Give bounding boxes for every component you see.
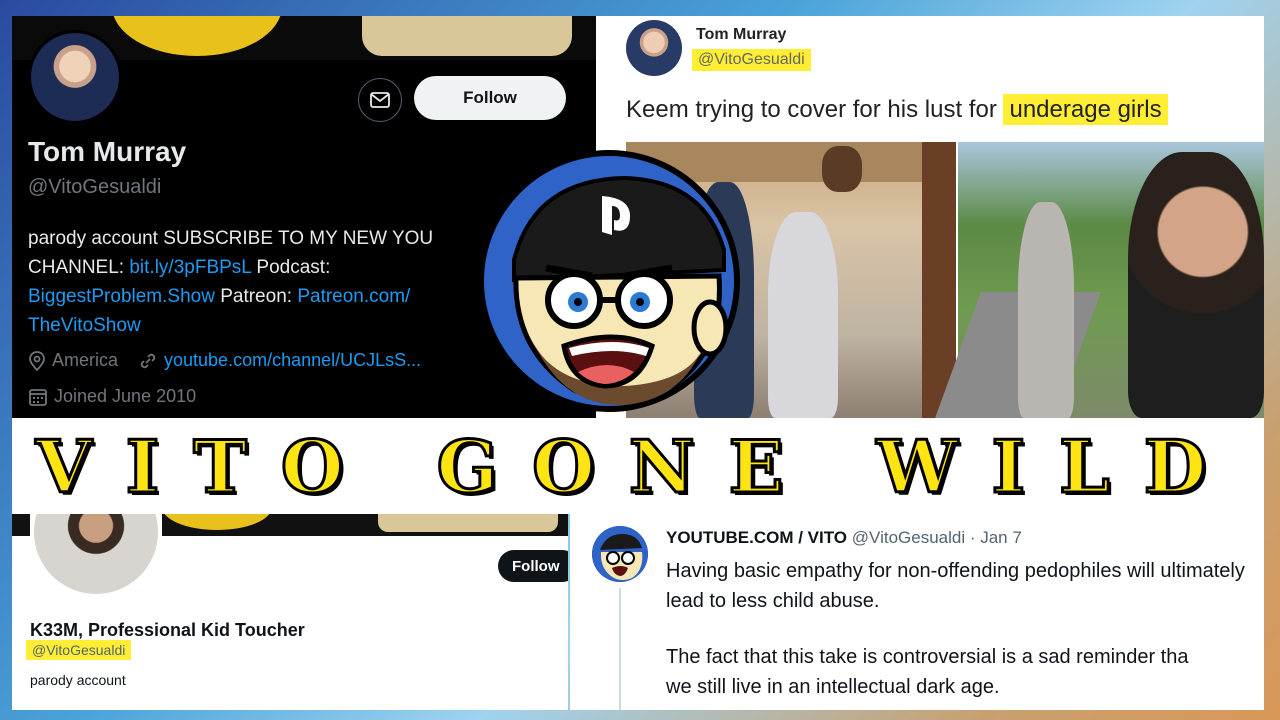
person	[1128, 152, 1264, 418]
profile-name: K33M, Professional Kid Toucher	[30, 620, 305, 640]
profile-location: America	[52, 350, 119, 370]
person	[1018, 202, 1074, 418]
avatar[interactable]	[30, 514, 162, 602]
banner-art	[378, 514, 558, 532]
profile-bio: parody account SUBSCRIBE TO MY NEW YOU C…	[28, 224, 488, 340]
bio-line: BiggestProblem.Show Patreon: Patreon.com…	[28, 282, 488, 311]
bio-text: CHANNEL:	[28, 257, 130, 278]
tweet-text: Having basic empathy for non-offending p…	[666, 560, 1245, 612]
profile-handle[interactable]: @VitoGesualdi	[28, 176, 161, 199]
wall-mount	[822, 146, 862, 192]
thread-line	[619, 588, 621, 710]
profile-name: Tom Murray	[28, 136, 187, 167]
title-banner: VITO GONE WILD	[12, 418, 1264, 514]
bottom-profile-card: Follow K33M, Professional Kid Toucher @V…	[12, 514, 568, 710]
banner-art	[162, 514, 272, 530]
bio-line: parody account SUBSCRIBE TO MY NEW YOU	[28, 228, 434, 249]
tweet-text-continued: The fact that this take is controversial…	[666, 642, 1264, 702]
tweet-photo[interactable]	[935, 142, 1264, 418]
avatar[interactable]	[28, 30, 122, 124]
tweet-line: we still live in an intellectual dark ag…	[666, 676, 1000, 698]
avatar[interactable]	[592, 526, 648, 582]
profile-bio: parody account	[30, 672, 126, 688]
location-icon	[29, 350, 45, 371]
profile-website[interactable]: youtube.com/channel/UCJLsS...	[164, 350, 421, 371]
calendar-icon	[29, 388, 47, 406]
tweet-author-handle: @VitoGesualdi	[692, 49, 811, 71]
tweet-text: Keem trying to cover for his lust for un…	[626, 94, 1168, 125]
profile-meta: America youtube.com/channel/UCJLsS...	[28, 350, 421, 371]
tweet-handle-date[interactable]: @VitoGesualdi · Jan 7	[852, 528, 1022, 547]
tweet-author-name[interactable]: YOUTUBE.COM / VITO	[666, 528, 847, 547]
bio-link[interactable]: Patreon.com/	[297, 286, 410, 307]
tweet-text-plain: Keem trying to cover for his lust for	[626, 96, 1004, 123]
cartoon-mascot-logo	[478, 150, 740, 412]
tweet-header: YOUTUBE.COM / VITO @VitoGesualdi · Jan 7	[666, 528, 1022, 548]
link-icon	[140, 353, 156, 368]
profile-joined-row: Joined June 2010	[28, 386, 196, 407]
bio-text: Patreon:	[214, 286, 298, 307]
mail-icon	[370, 92, 390, 108]
mascot-avatar-icon	[592, 526, 648, 582]
bio-line: TheVitoShow	[28, 311, 488, 340]
bio-link[interactable]: BiggestProblem.Show	[28, 286, 215, 307]
avatar-photo	[34, 514, 158, 594]
message-button[interactable]	[358, 78, 402, 122]
tweet-text-highlight: underage girls	[1003, 94, 1168, 125]
bio-line: CHANNEL: bit.ly/3pFBPsL Podcast:	[28, 253, 488, 282]
banner-art	[362, 16, 572, 56]
banner-art	[112, 16, 282, 56]
bio-link[interactable]: TheVitoShow	[28, 315, 141, 336]
profile-joined: Joined June 2010	[54, 386, 197, 406]
video-title: VITO GONE WILD	[34, 422, 1241, 510]
tweet-line: The fact that this take is controversial…	[666, 646, 1189, 668]
person	[768, 212, 838, 418]
follow-button[interactable]: Follow	[498, 550, 568, 582]
bio-link[interactable]: bit.ly/3pFBPsL	[129, 257, 251, 278]
profile-handle[interactable]: @VitoGesualdi	[26, 640, 132, 660]
avatar[interactable]	[626, 20, 682, 76]
bio-text: Podcast:	[251, 257, 331, 278]
follow-button[interactable]: Follow	[414, 76, 566, 120]
tweet-author-name: Tom Murray	[696, 26, 787, 43]
bottom-tweet-card: YOUTUBE.COM / VITO @VitoGesualdi · Jan 7…	[570, 514, 1264, 710]
